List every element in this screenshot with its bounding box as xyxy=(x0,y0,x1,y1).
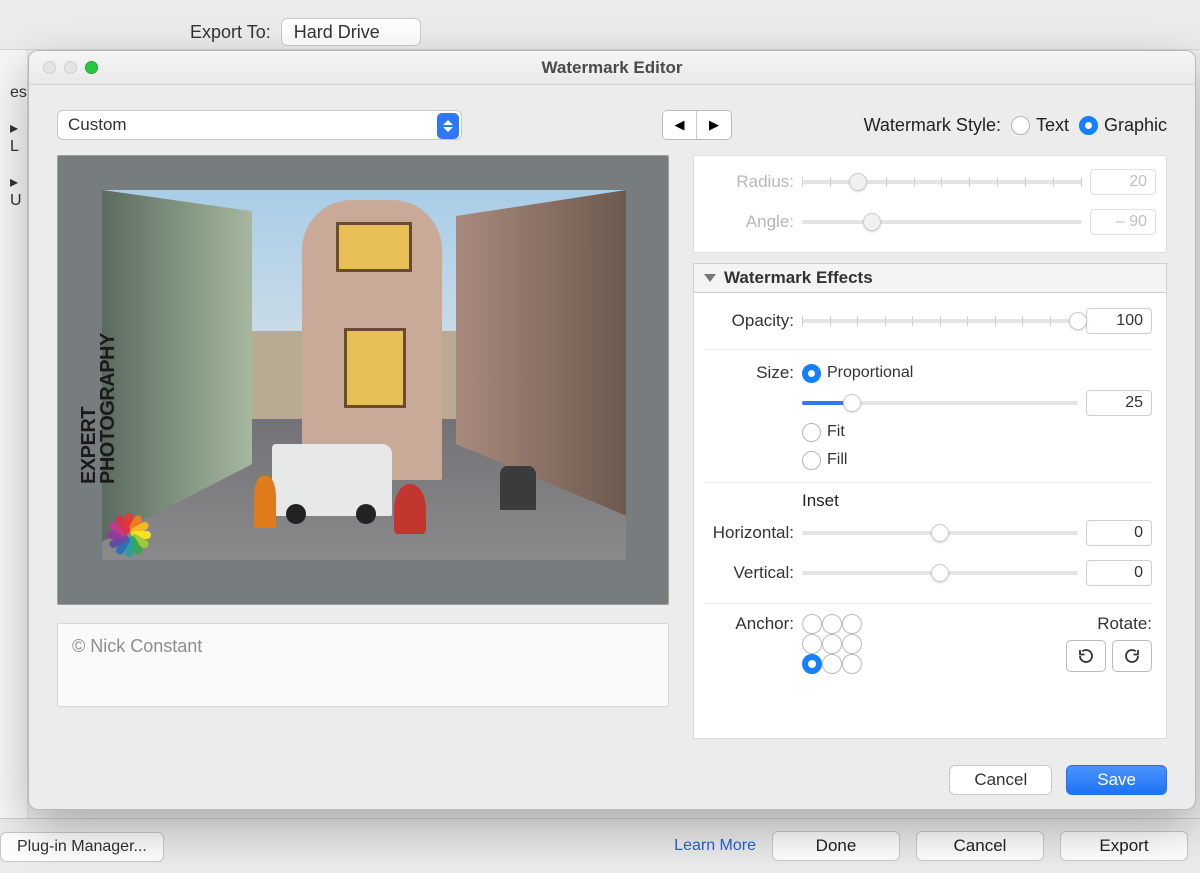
watermark-brand-text: EXPERTPHOTOGRAPHY xyxy=(80,333,118,484)
bg-side-item: ▸ U xyxy=(0,156,27,210)
bg-bottom-bar: Plug-in Manager... Learn More Done Cance… xyxy=(0,818,1200,873)
style-graphic-radio[interactable]: Graphic xyxy=(1079,115,1167,136)
vertical-value[interactable]: 0 xyxy=(1086,560,1152,586)
watermark-text-input[interactable]: © Nick Constant xyxy=(57,623,669,707)
size-fit-radio[interactable]: Fit xyxy=(802,423,845,442)
opacity-slider[interactable] xyxy=(802,312,1078,330)
style-text-label: Text xyxy=(1036,115,1069,136)
bg-left-pane: es ▸ L ▸ U xyxy=(0,50,28,818)
prev-image-button[interactable]: ◀ xyxy=(663,111,697,139)
rotate-cw-button[interactable] xyxy=(1066,640,1106,672)
anchor-bottom-left[interactable] xyxy=(802,654,822,674)
size-proportional-label: Proportional xyxy=(827,364,913,382)
bg-topbar: Export To: Hard Drive xyxy=(0,0,1200,50)
angle-slider xyxy=(802,213,1082,231)
effects-panel: Opacity: 100 Size: xyxy=(693,293,1167,739)
anchor-label: Anchor: xyxy=(704,614,794,634)
horizontal-value[interactable]: 0 xyxy=(1086,520,1152,546)
watermark-editor-modal: Watermark Editor Custom ◀ ▶ Watermark St… xyxy=(28,50,1196,810)
export-button[interactable]: Export xyxy=(1060,831,1188,861)
rotate-ccw-icon xyxy=(1123,647,1141,665)
inset-header: Inset xyxy=(802,491,1152,511)
anchor-mid-center[interactable] xyxy=(822,634,842,654)
vertical-label: Vertical: xyxy=(704,563,794,583)
learn-more-link[interactable]: Learn More xyxy=(674,837,756,855)
minimize-window-icon[interactable] xyxy=(64,61,77,74)
angle-label: Angle: xyxy=(704,212,794,232)
opacity-label: Opacity: xyxy=(704,311,794,331)
horizontal-label: Horizontal: xyxy=(704,523,794,543)
disclosure-triangle-icon xyxy=(704,274,716,282)
modal-title: Watermark Editor xyxy=(541,58,682,78)
anchor-mid-left[interactable] xyxy=(802,634,822,654)
size-value[interactable]: 25 xyxy=(1086,390,1152,416)
export-to-label: Export To: xyxy=(190,22,271,43)
window-controls xyxy=(43,61,98,74)
preview-photo xyxy=(102,190,626,560)
color-wheel-icon xyxy=(106,512,152,558)
close-window-icon[interactable] xyxy=(43,61,56,74)
size-label: Size: xyxy=(704,363,794,383)
anchor-grid xyxy=(802,614,862,674)
radio-icon xyxy=(802,451,821,470)
rotate-cw-icon xyxy=(1077,647,1095,665)
save-button[interactable]: Save xyxy=(1066,765,1167,795)
size-fit-label: Fit xyxy=(827,423,845,441)
watermark-logo xyxy=(102,512,160,558)
preset-value: Custom xyxy=(68,115,127,135)
opacity-value[interactable]: 100 xyxy=(1086,308,1152,334)
plugin-manager-button[interactable]: Plug-in Manager... xyxy=(0,832,164,862)
radio-icon xyxy=(802,423,821,442)
preview-nav: ◀ ▶ xyxy=(662,110,732,140)
horizontal-slider[interactable] xyxy=(802,524,1078,542)
angle-value: – 90 xyxy=(1090,209,1156,235)
effects-header-label: Watermark Effects xyxy=(724,268,873,288)
next-image-button[interactable]: ▶ xyxy=(697,111,731,139)
modal-top-row: Custom ◀ ▶ Watermark Style: Text Graphic xyxy=(57,107,1167,143)
shadow-options-panel: Radius: 20 Angle: xyxy=(693,155,1167,253)
cancel-button-bg[interactable]: Cancel xyxy=(916,831,1044,861)
radio-icon xyxy=(1079,116,1098,135)
radius-value: 20 xyxy=(1090,169,1156,195)
watermark-preview: EXPERTPHOTOGRAPHY xyxy=(57,155,669,605)
anchor-top-left[interactable] xyxy=(802,614,822,634)
anchor-mid-right[interactable] xyxy=(842,634,862,654)
export-to-dropdown[interactable]: Hard Drive xyxy=(281,18,421,46)
zoom-window-icon[interactable] xyxy=(85,61,98,74)
size-fill-label: Fill xyxy=(827,451,847,469)
vertical-slider[interactable] xyxy=(802,564,1078,582)
radius-label: Radius: xyxy=(704,172,794,192)
style-text-radio[interactable]: Text xyxy=(1011,115,1069,136)
export-to-value: Hard Drive xyxy=(294,22,380,43)
watermark-effects-header[interactable]: Watermark Effects xyxy=(693,263,1167,293)
size-fill-radio[interactable]: Fill xyxy=(802,451,847,470)
watermark-style-group: Watermark Style: Text Graphic xyxy=(864,115,1167,136)
rotate-label: Rotate: xyxy=(1097,614,1152,634)
cancel-button[interactable]: Cancel xyxy=(949,765,1052,795)
dropdown-stepper-icon xyxy=(437,113,459,139)
anchor-top-center[interactable] xyxy=(822,614,842,634)
watermark-preset-dropdown[interactable]: Custom xyxy=(57,110,462,140)
size-proportional-radio[interactable]: Proportional xyxy=(802,364,913,383)
done-button[interactable]: Done xyxy=(772,831,900,861)
style-graphic-label: Graphic xyxy=(1104,115,1167,136)
size-slider[interactable] xyxy=(802,394,1078,412)
radio-icon xyxy=(1011,116,1030,135)
rotate-ccw-button[interactable] xyxy=(1112,640,1152,672)
modal-titlebar: Watermark Editor xyxy=(29,51,1195,85)
anchor-top-right[interactable] xyxy=(842,614,862,634)
bg-side-item: ▸ L xyxy=(0,102,27,156)
radius-slider xyxy=(802,173,1082,191)
modal-footer: Cancel Save xyxy=(949,765,1167,795)
anchor-bottom-right[interactable] xyxy=(842,654,862,674)
style-label: Watermark Style: xyxy=(864,115,1001,136)
radio-icon xyxy=(802,364,821,383)
bg-side-item: es xyxy=(0,84,27,102)
anchor-bottom-center[interactable] xyxy=(822,654,842,674)
